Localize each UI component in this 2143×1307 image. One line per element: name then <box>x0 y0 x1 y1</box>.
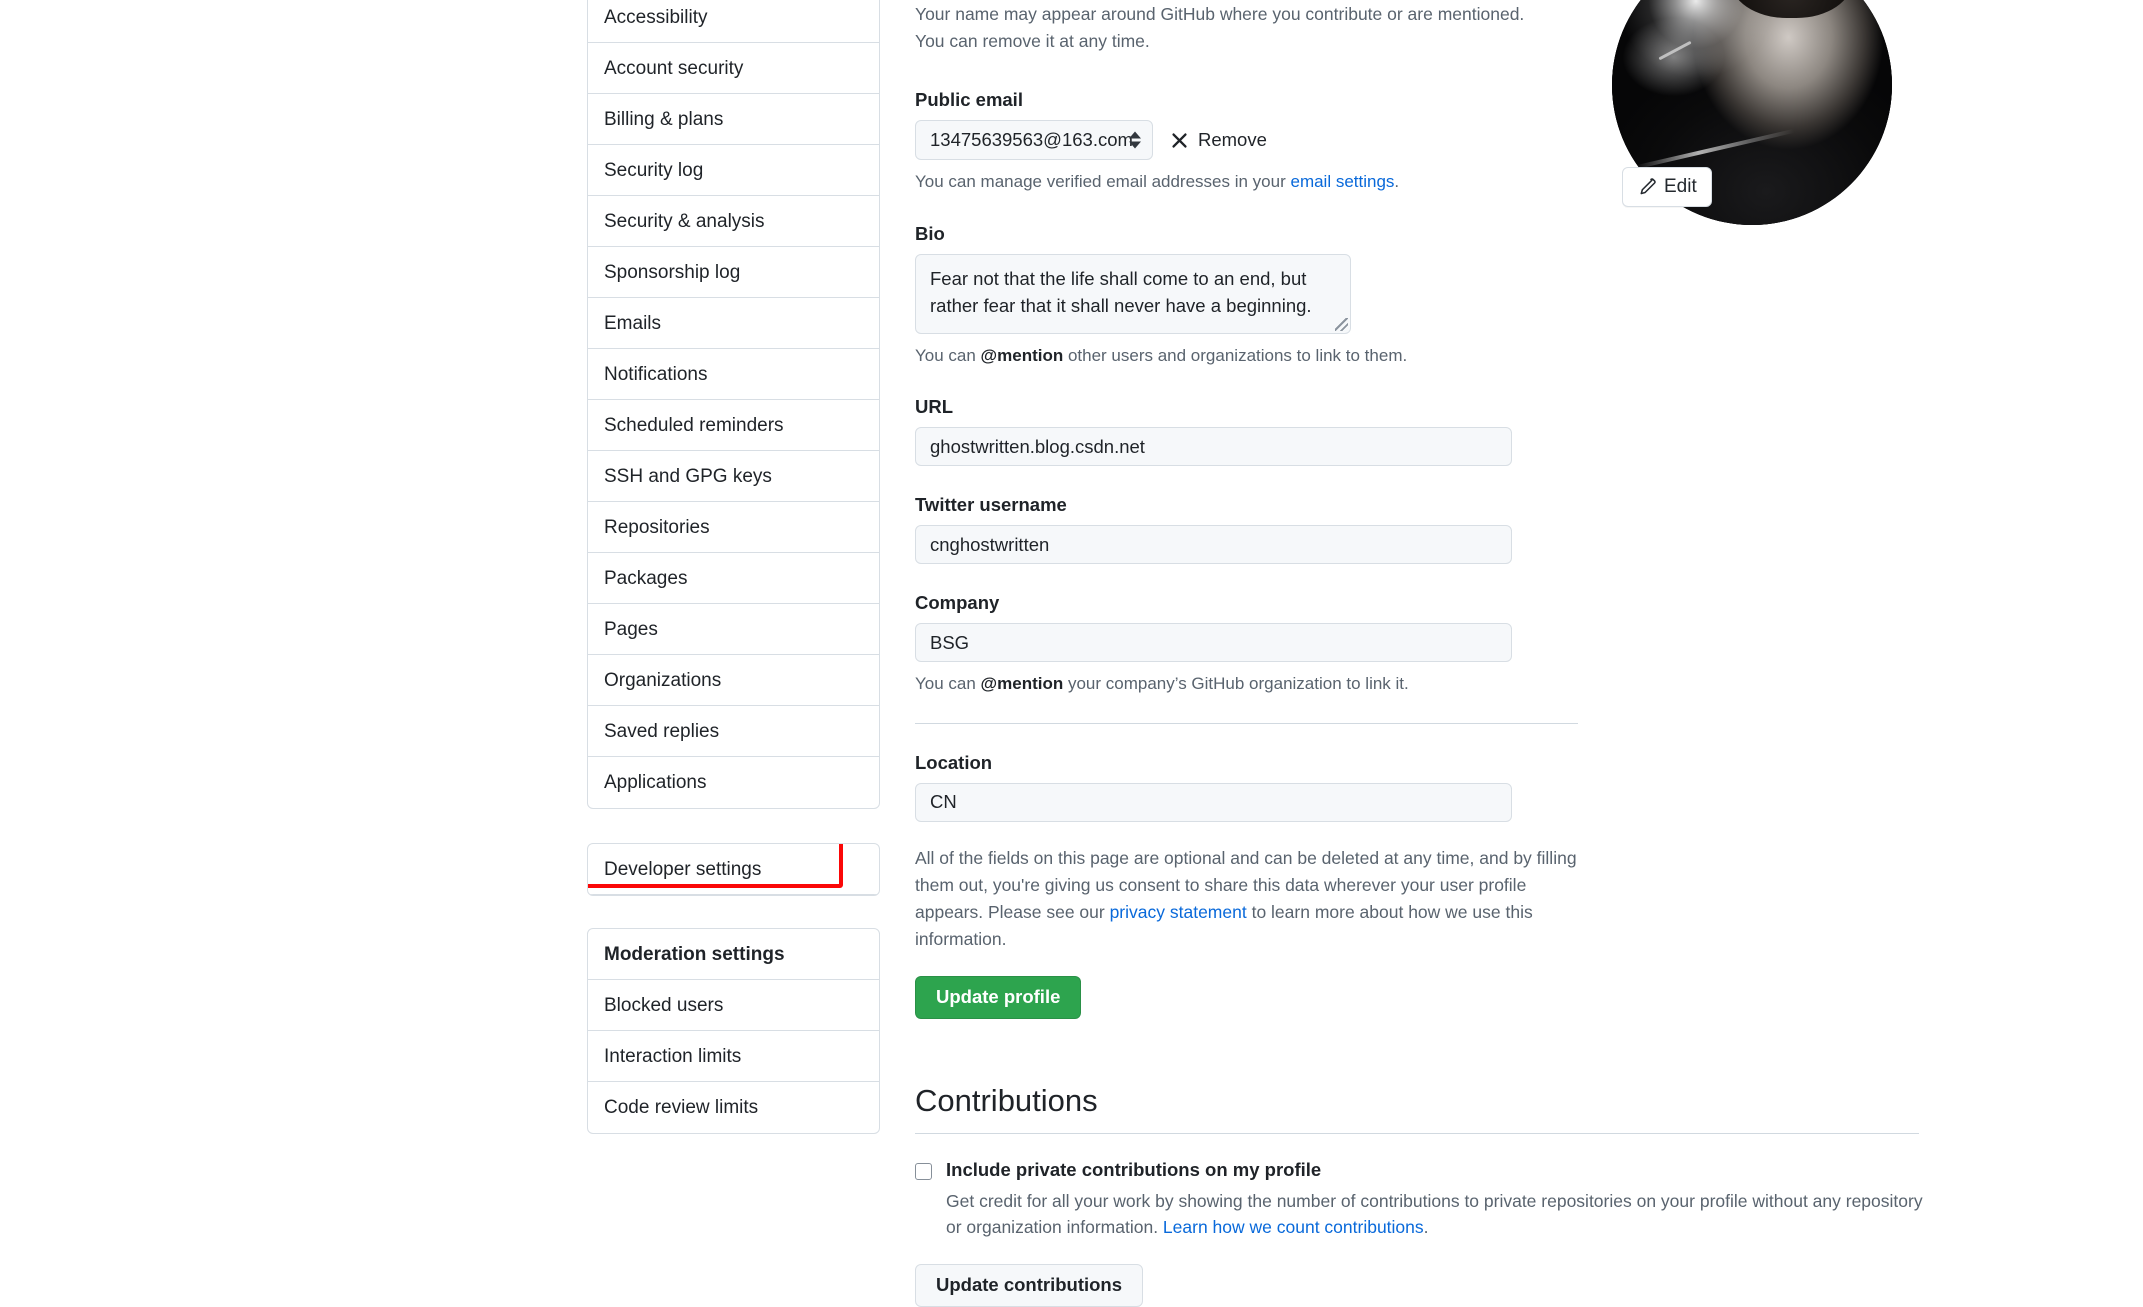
remove-email-label: Remove <box>1198 129 1267 151</box>
sidebar-developer-settings-card: Developer settings <box>587 843 880 896</box>
sidebar-item-security-analysis[interactable]: Security & analysis <box>588 196 879 247</box>
contributions-description-prefix: Get credit for all your work by showing … <box>946 1190 1923 1237</box>
sidebar-item-applications[interactable]: Applications <box>588 757 879 808</box>
url-label: URL <box>915 396 954 418</box>
update-contributions-button[interactable]: Update contributions <box>915 1264 1144 1307</box>
name-field-help-text: Your name may appear around GitHub where… <box>915 4 1525 52</box>
twitter-username-input[interactable] <box>915 525 1512 565</box>
bio-hint-prefix: You can <box>915 345 981 365</box>
remove-email-button[interactable]: Remove <box>1170 129 1267 151</box>
contributions-divider <box>915 1132 1919 1134</box>
contributions-description-suffix: . <box>1423 1217 1429 1237</box>
bio-textarea[interactable]: Fear not that the life shall come to an … <box>915 253 1351 334</box>
public-email-hint-suffix: . <box>1394 172 1400 192</box>
sidebar-item-developer-settings[interactable]: Developer settings <box>588 844 879 895</box>
company-hint-mention: @mention <box>980 674 1064 694</box>
sidebar-item-security-log[interactable]: Security log <box>588 145 879 196</box>
bio-value: Fear not that the life shall come to an … <box>930 267 1312 317</box>
sidebar-item-organizations[interactable]: Organizations <box>588 655 879 706</box>
settings-sidebar: Appearance Accessibility Account securit… <box>587 0 880 1134</box>
consent-text: All of the fields on this page are optio… <box>915 845 1585 954</box>
public-email-select[interactable]: 13475639563@163.com <box>915 120 1153 161</box>
sidebar-main-nav-card: Appearance Accessibility Account securit… <box>587 0 880 809</box>
sidebar-item-sponsorship-log[interactable]: Sponsorship log <box>588 247 879 298</box>
sidebar-moderation-nav-card: Moderation settings Blocked users Intera… <box>587 928 880 1134</box>
email-settings-link[interactable]: email settings <box>1290 172 1394 191</box>
public-email-value: 13475639563@163.com <box>930 129 1133 151</box>
location-input[interactable] <box>915 782 1512 822</box>
include-private-contributions-label[interactable]: Include private contributions on my prof… <box>946 1159 1936 1181</box>
sidebar-item-emails[interactable]: Emails <box>588 298 879 349</box>
privacy-statement-link[interactable]: privacy statement <box>1110 902 1247 922</box>
bio-hint-mention: @mention <box>980 345 1064 365</box>
sidebar-item-packages[interactable]: Packages <box>588 553 879 604</box>
edit-avatar-label: Edit <box>1664 176 1697 197</box>
sidebar-item-account-security[interactable]: Account security <box>588 43 879 94</box>
profile-avatar-section: Edit <box>1612 0 1892 225</box>
company-input[interactable] <box>915 623 1512 663</box>
sidebar-item-notifications[interactable]: Notifications <box>588 349 879 400</box>
learn-how-we-count-contributions-link[interactable]: Learn how we count contributions <box>1163 1217 1424 1237</box>
sidebar-item-saved-replies[interactable]: Saved replies <box>588 706 879 757</box>
sidebar-heading-moderation-settings: Moderation settings <box>588 929 879 980</box>
edit-avatar-button[interactable]: Edit <box>1622 167 1712 207</box>
close-icon <box>1172 133 1187 148</box>
include-private-contributions-row: Include private contributions on my prof… <box>915 1159 1923 1241</box>
company-label: Company <box>915 592 1000 614</box>
url-input[interactable] <box>915 427 1512 467</box>
sidebar-item-pages[interactable]: Pages <box>588 604 879 655</box>
sidebar-item-blocked-users[interactable]: Blocked users <box>588 980 879 1031</box>
company-hint: You can @mention your company’s GitHub o… <box>915 671 1915 697</box>
sidebar-item-accessibility[interactable]: Accessibility <box>588 0 879 43</box>
company-hint-suffix: your company’s GitHub organization to li… <box>1063 674 1409 694</box>
contributions-description: Get credit for all your work by showing … <box>946 1188 1936 1241</box>
section-divider <box>915 722 1578 724</box>
contributions-heading: Contributions <box>915 1082 1098 1118</box>
bio-hint: You can @mention other users and organiz… <box>915 343 1915 369</box>
sidebar-item-code-review-limits[interactable]: Code review limits <box>588 1082 879 1133</box>
sidebar-item-scheduled-reminders[interactable]: Scheduled reminders <box>588 400 879 451</box>
sidebar-item-ssh-gpg-keys[interactable]: SSH and GPG keys <box>588 451 879 502</box>
update-profile-button[interactable]: Update profile <box>915 976 1082 1019</box>
include-private-contributions-checkbox[interactable] <box>915 1162 932 1180</box>
select-stepper-icon <box>1129 131 1141 149</box>
textarea-resize-handle[interactable] <box>1335 317 1348 331</box>
sidebar-item-billing-plans[interactable]: Billing & plans <box>588 94 879 145</box>
pencil-icon <box>1640 177 1656 194</box>
bio-hint-suffix: other users and organizations to link to… <box>1063 345 1408 365</box>
public-email-hint-prefix: You can manage verified email addresses … <box>915 172 1291 192</box>
bio-label: Bio <box>915 222 945 244</box>
location-label: Location <box>915 751 993 773</box>
sidebar-item-repositories[interactable]: Repositories <box>588 502 879 553</box>
company-hint-prefix: You can <box>915 674 981 694</box>
sidebar-item-interaction-limits[interactable]: Interaction limits <box>588 1031 879 1082</box>
twitter-username-label: Twitter username <box>915 494 1067 516</box>
